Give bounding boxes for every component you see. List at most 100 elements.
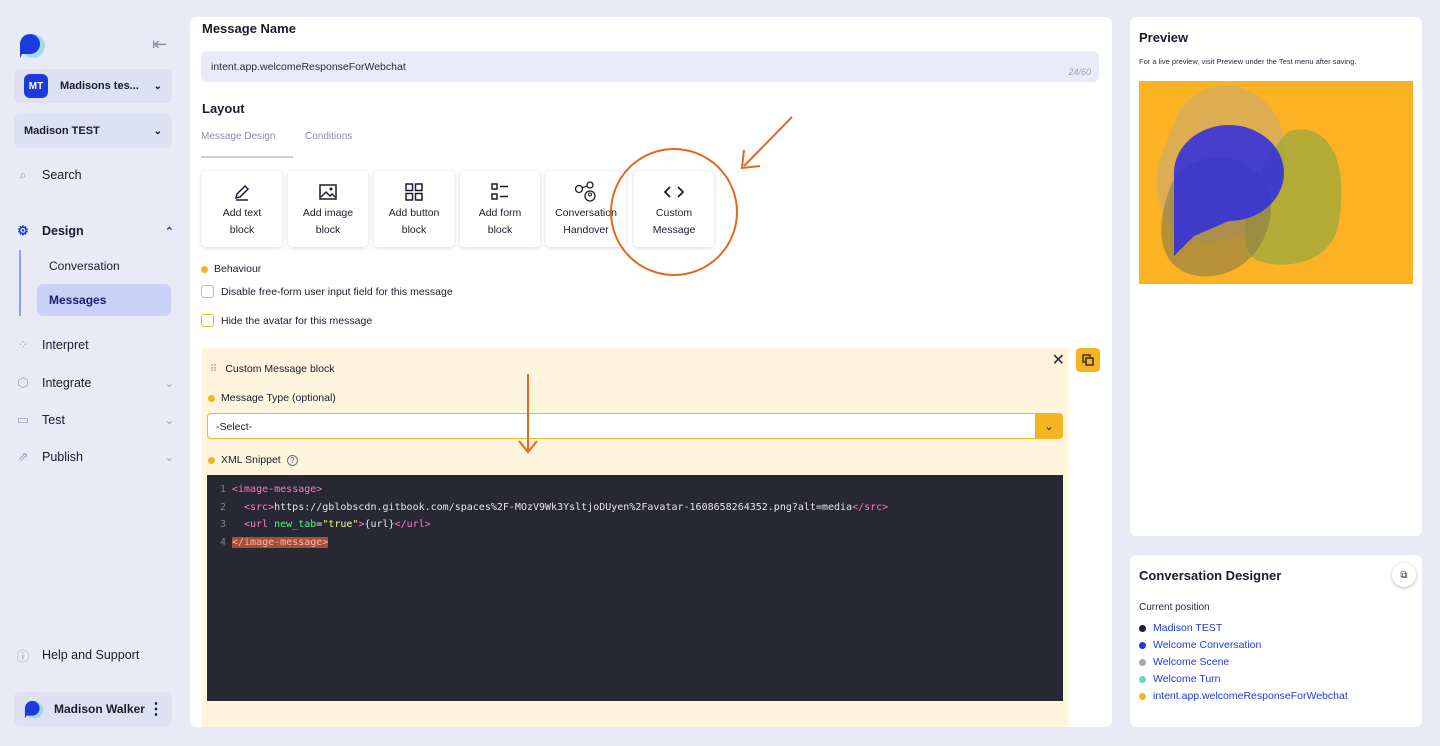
sidebar-item-conversation[interactable]: Conversation <box>37 250 171 282</box>
preview-image <box>1139 81 1413 284</box>
message-type-select[interactable]: -Select- ⌄ <box>207 413 1063 439</box>
bullet <box>1139 641 1146 649</box>
publish-icon: ⇗ <box>17 449 29 464</box>
chevron-down-icon: ⌄ <box>153 80 162 92</box>
workspace-select[interactable]: MT Madisons tes... ⌄ <box>14 69 172 103</box>
info-icon: ⓘ <box>16 648 30 664</box>
code-tag-highlighted: </image-message> <box>232 536 329 548</box>
grid-icon <box>405 183 423 201</box>
line-number: 3 <box>219 519 226 530</box>
code-string: "true" <box>322 519 359 530</box>
nav-test[interactable]: ▭ Test ⌄ <box>14 408 174 432</box>
layout-heading: Layout <box>202 101 245 116</box>
block-label-line1: Add button <box>388 207 440 219</box>
project-select[interactable]: Madison TEST ⌄ <box>14 114 172 148</box>
active-tab-indicator <box>201 156 293 158</box>
xml-snippet-text: XML Snippet <box>221 454 281 466</box>
block-label-line2: block <box>487 224 513 236</box>
hide-avatar-option[interactable]: Hide the avatar for this message <box>201 314 372 327</box>
disable-input-label: Disable free-form user input field for t… <box>221 285 453 298</box>
handover-icon <box>574 181 596 202</box>
nav-interpret[interactable]: ⁘ Interpret <box>14 333 174 357</box>
block-label-line1: Add image <box>302 207 354 219</box>
nav-help[interactable]: ⓘ Help and Support <box>14 643 174 667</box>
message-type-text: Message Type (optional) <box>221 392 336 404</box>
message-editor: Message Name intent.app.welcomeResponseF… <box>190 17 1112 727</box>
breadcrumb-item[interactable]: intent.app.welcomeResponseForWebchat <box>1139 690 1348 702</box>
message-name-input[interactable]: intent.app.welcomeResponseForWebchat 24/… <box>201 51 1099 82</box>
nav-integrate-label: Integrate <box>42 376 92 390</box>
nav-publish[interactable]: ⇗ Publish ⌄ <box>14 445 174 469</box>
custom-message-block: ⠿ Custom Message block ✕ Message Type (o… <box>202 348 1069 727</box>
help-icon[interactable]: ? <box>286 454 298 466</box>
hide-avatar-label: Hide the avatar for this message <box>221 314 373 327</box>
collapse-sidebar-icon[interactable]: ⇤ <box>152 34 167 55</box>
nav-search-label: Search <box>42 168 82 182</box>
user-menu[interactable]: Madison Walker ⋮ <box>14 692 172 726</box>
add-button-block-button[interactable]: Add button block <box>374 171 454 247</box>
disable-input-checkbox[interactable] <box>201 285 214 298</box>
char-count: 24/60 <box>1068 67 1091 77</box>
code-text: https://gblobscdn.gitbook.com/spaces%2F-… <box>274 501 853 513</box>
designer-title: Conversation Designer <box>1139 568 1282 583</box>
custom-block-title: Custom Message block <box>225 363 335 375</box>
conversation-designer-panel: Conversation Designer ⧉ Current position… <box>1130 555 1422 727</box>
search-icon: ⌕ <box>19 167 27 182</box>
add-image-block-button[interactable]: Add image block <box>288 171 368 247</box>
behaviour-text: Behaviour <box>214 263 262 275</box>
line-number: 2 <box>219 501 226 513</box>
nav-integrate[interactable]: ⬡ Integrate ⌄ <box>14 371 174 395</box>
breadcrumb-item[interactable]: Welcome Conversation <box>1139 639 1261 651</box>
puzzle-icon: ⬡ <box>17 375 29 390</box>
breadcrumb-label: Welcome Turn <box>1153 673 1221 685</box>
image-icon <box>319 184 337 200</box>
breadcrumb-item[interactable]: Welcome Scene <box>1139 656 1229 668</box>
breadcrumb-item[interactable]: Madison TEST <box>1139 622 1222 634</box>
add-form-block-button[interactable]: Add form block <box>460 171 540 247</box>
add-text-block-button[interactable]: Add text block <box>202 171 282 247</box>
external-link-icon[interactable]: ⧉ <box>1392 563 1416 587</box>
sidebar: ⇤ MT Madisons tes... ⌄ Madison TEST ⌄ ⌕ … <box>0 0 188 746</box>
current-position-label: Current position <box>1139 602 1210 613</box>
hide-avatar-checkbox[interactable] <box>201 314 214 327</box>
preview-logo-graphic <box>1156 85 1342 277</box>
disable-input-option[interactable]: Disable free-form user input field for t… <box>201 285 453 298</box>
breadcrumb-label: intent.app.welcomeResponseForWebchat <box>1153 690 1348 702</box>
code-line: 4 </image-message> <box>207 534 1063 552</box>
chevron-down-icon: ⌄ <box>153 125 162 137</box>
message-name-label: Message Name <box>202 21 296 36</box>
tab-message-design[interactable]: Message Design <box>201 131 275 142</box>
block-label-line2: block <box>229 224 255 236</box>
nav-help-label: Help and Support <box>42 648 140 662</box>
nav-design[interactable]: ⚙ Design ⌃ <box>14 219 174 243</box>
code-tag: </url> <box>394 519 431 530</box>
chevron-up-icon: ⌃ <box>164 225 174 238</box>
breadcrumb-item[interactable]: Welcome Turn <box>1139 673 1221 685</box>
code-tag: <src> <box>244 501 275 513</box>
code-text: {url} <box>364 519 395 530</box>
form-list-icon <box>491 183 508 200</box>
breadcrumb-label: Welcome Scene <box>1153 656 1230 668</box>
message-type-value: -Select- <box>216 421 253 433</box>
drag-handle-icon[interactable]: ⠿ <box>210 364 217 375</box>
message-name-value: intent.app.welcomeResponseForWebchat <box>211 61 406 73</box>
chevron-down-icon[interactable]: ⌄ <box>1035 413 1063 439</box>
xml-code-editor[interactable]: 1 <image-message> 2 <src>https://gblobscdn… <box>207 475 1063 701</box>
message-type-label: Message Type (optional) <box>208 392 336 404</box>
project-name: Madison TEST <box>24 125 100 137</box>
annotation-circle <box>610 148 738 276</box>
more-options-icon[interactable]: ⋮ <box>148 699 164 719</box>
nav-search[interactable]: ⌕ Search <box>14 163 174 187</box>
interpret-dots-icon: ⁘ <box>17 337 29 352</box>
nav-interpret-label: Interpret <box>42 338 89 352</box>
bullet <box>1139 624 1146 632</box>
code-attr: new_tab <box>274 519 317 530</box>
tab-conditions[interactable]: Conditions <box>305 131 352 142</box>
design-gear-icon: ⚙ <box>17 223 29 238</box>
block-label-line1: Add form <box>478 207 522 219</box>
sidebar-item-messages[interactable]: Messages <box>37 284 171 316</box>
chevron-down-icon: ⌄ <box>164 451 174 464</box>
nav-design-label: Design <box>42 224 84 238</box>
copy-block-button[interactable] <box>1076 348 1100 372</box>
close-icon[interactable]: ✕ <box>1052 350 1065 370</box>
